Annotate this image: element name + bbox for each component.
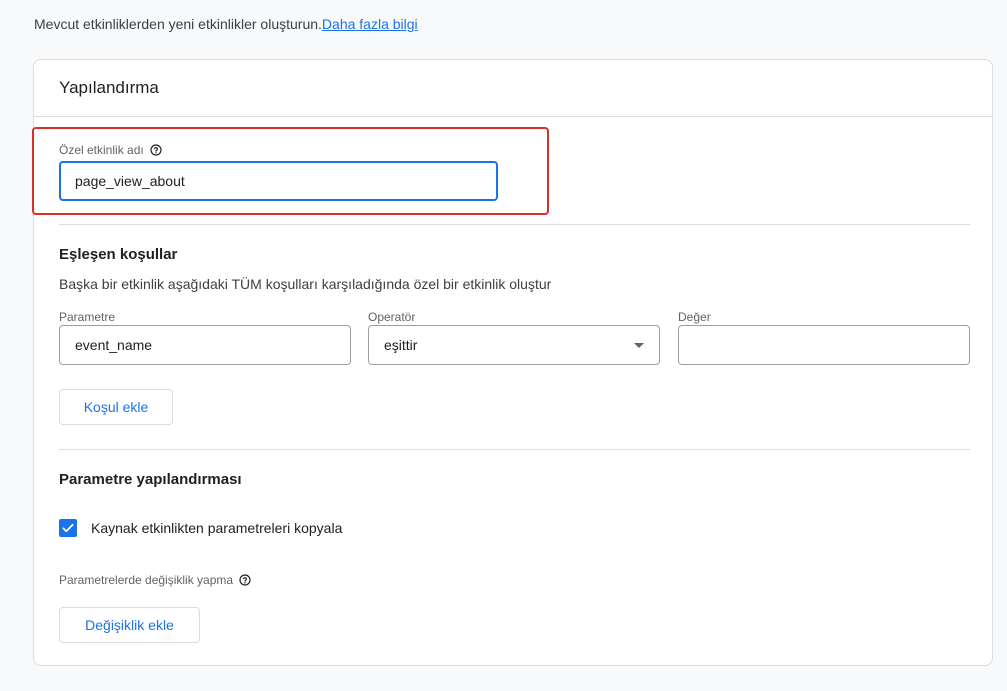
parameter-input[interactable]: event_name <box>59 325 351 365</box>
copy-parameters-label: Kaynak etkinlikten parametreleri kopyala <box>91 520 343 536</box>
event-name-input[interactable]: page_view_about <box>59 161 498 201</box>
dropdown-arrow-icon <box>634 343 644 348</box>
add-condition-button[interactable]: Koşul ekle <box>59 389 173 425</box>
configuration-card: Yapılandırma Özel etkinlik adı page_view… <box>32 59 993 666</box>
operator-value: eşittir <box>384 337 418 353</box>
operator-select[interactable]: eşittir <box>368 325 660 365</box>
intro-text: Mevcut etkinliklerden yeni etkinlikler o… <box>34 15 418 33</box>
copy-parameters-checkbox[interactable] <box>59 519 77 537</box>
divider-2 <box>59 449 970 450</box>
event-name-value: page_view_about <box>75 173 185 189</box>
parameter-label: Parametre <box>59 310 116 324</box>
value-input[interactable] <box>678 325 970 365</box>
help-icon[interactable] <box>239 574 251 586</box>
card-header: Yapılandırma <box>34 60 992 117</box>
help-icon[interactable] <box>150 144 162 156</box>
value-label: Değer <box>678 310 711 324</box>
divider-1 <box>59 224 970 225</box>
parameter-value: event_name <box>75 337 153 353</box>
modify-parameters-label: Parametrelerde değişiklik yapma <box>59 573 234 587</box>
matching-conditions-description: Başka bir etkinlik aşağıdaki TÜM koşulla… <box>59 276 552 292</box>
parameter-config-title: Parametre yapılandırması <box>59 471 242 488</box>
event-name-label: Özel etkinlik adı <box>59 143 144 157</box>
intro-description: Mevcut etkinliklerden yeni etkinlikler o… <box>34 16 322 32</box>
matching-conditions-title: Eşleşen koşullar <box>59 246 178 263</box>
card-title: Yapılandırma <box>59 78 159 97</box>
modify-parameters-label-row: Parametrelerde değişiklik yapma <box>59 573 251 587</box>
add-modification-button[interactable]: Değişiklik ekle <box>59 607 200 643</box>
learn-more-link[interactable]: Daha fazla bilgi <box>322 16 418 32</box>
check-icon <box>62 523 74 533</box>
operator-label: Operatör <box>368 310 416 324</box>
event-name-label-row: Özel etkinlik adı <box>59 143 162 157</box>
